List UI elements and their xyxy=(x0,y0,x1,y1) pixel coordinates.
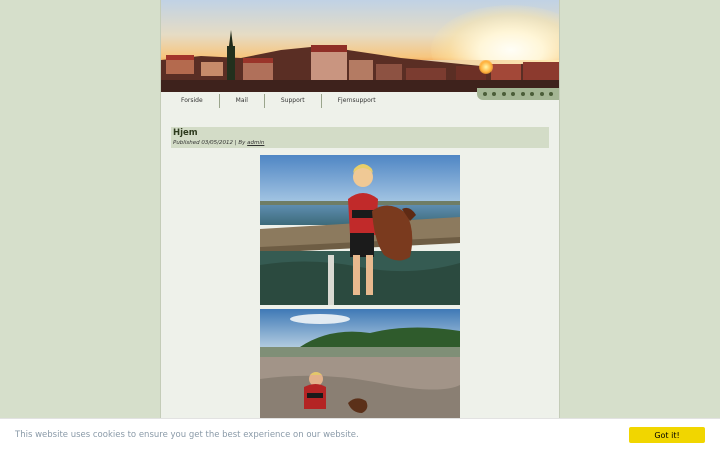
nav-item-mail[interactable]: Mail xyxy=(220,94,265,108)
nav-item-fjernsupport[interactable]: Fjernsupport xyxy=(322,94,392,108)
slideshow-dot[interactable] xyxy=(482,92,487,96)
cookie-message: This website uses cookies to ensure you … xyxy=(15,430,359,440)
slideshow-dot[interactable] xyxy=(520,92,525,96)
cookie-accept-button[interactable]: Got it! xyxy=(629,427,705,443)
slideshow-dot[interactable] xyxy=(501,92,506,96)
slideshow-dots xyxy=(477,88,559,100)
post-meta-text: Published 03/05/2012 | By xyxy=(173,140,246,146)
slideshow-dot[interactable] xyxy=(511,92,516,96)
slideshow-dot[interactable] xyxy=(492,92,497,96)
post-title: Hjem xyxy=(173,128,198,138)
header-banner-image xyxy=(161,0,559,92)
post-author-link[interactable]: admin xyxy=(247,140,264,146)
slideshow-dot[interactable] xyxy=(530,92,535,96)
post-photo-boy-with-dog-on-beach xyxy=(260,309,460,419)
main-navigation: Forside Mail Support Fjernsupport xyxy=(161,93,479,109)
town-skyline xyxy=(161,30,559,92)
sunset-sun xyxy=(479,60,493,74)
page-container: Forside Mail Support Fjernsupport Hjem P… xyxy=(160,0,560,450)
post-header: Hjem Published 03/05/2012 | By admin xyxy=(171,127,549,148)
slideshow-dot[interactable] xyxy=(539,92,544,96)
post-meta: Published 03/05/2012 | By admin xyxy=(173,140,264,146)
cookie-consent-banner: This website uses cookies to ensure you … xyxy=(0,418,720,451)
nav-item-forside[interactable]: Forside xyxy=(161,94,220,108)
nav-item-support[interactable]: Support xyxy=(265,94,322,108)
post-photo-boy-with-dog-on-pier xyxy=(260,155,460,305)
slideshow-dot[interactable] xyxy=(549,92,554,96)
